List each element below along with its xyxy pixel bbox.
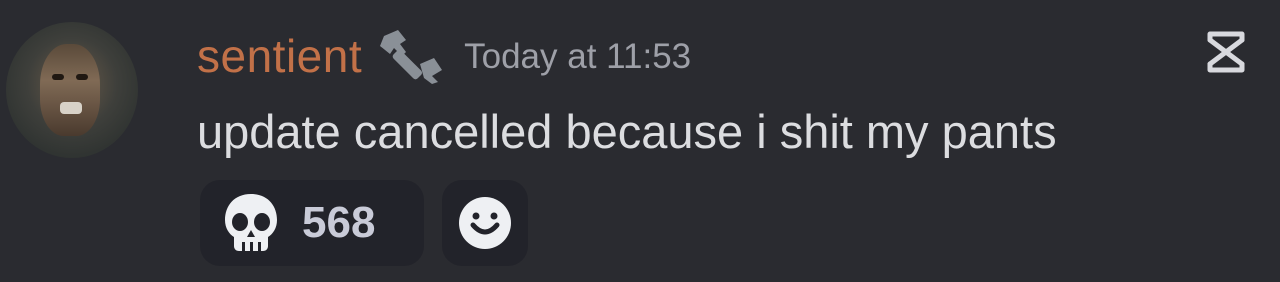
message-header: sentient Today at 11:53 — [197, 26, 691, 86]
capcut-logo-icon — [1207, 31, 1245, 73]
chat-message: sentient Today at 11:53 update cancelled… — [0, 0, 1280, 282]
message-content: update cancelled because i shit my pants — [197, 105, 1057, 158]
skull-icon — [225, 194, 277, 251]
reaction-bar: 568 — [200, 180, 528, 266]
author-username[interactable]: sentient — [197, 33, 362, 79]
avatar-mouth — [60, 102, 82, 114]
avatar-eye-left — [52, 74, 64, 80]
add-reaction-button[interactable] — [442, 180, 528, 266]
avatar-eye-right — [76, 74, 88, 80]
reaction-skull[interactable]: 568 — [200, 180, 424, 266]
wrench-icon — [380, 30, 443, 84]
user-avatar[interactable] — [6, 22, 138, 158]
add-reaction-icon — [459, 197, 511, 249]
reaction-count: 568 — [302, 198, 376, 247]
message-timestamp: Today at 11:53 — [464, 36, 692, 76]
avatar-face — [40, 44, 100, 136]
